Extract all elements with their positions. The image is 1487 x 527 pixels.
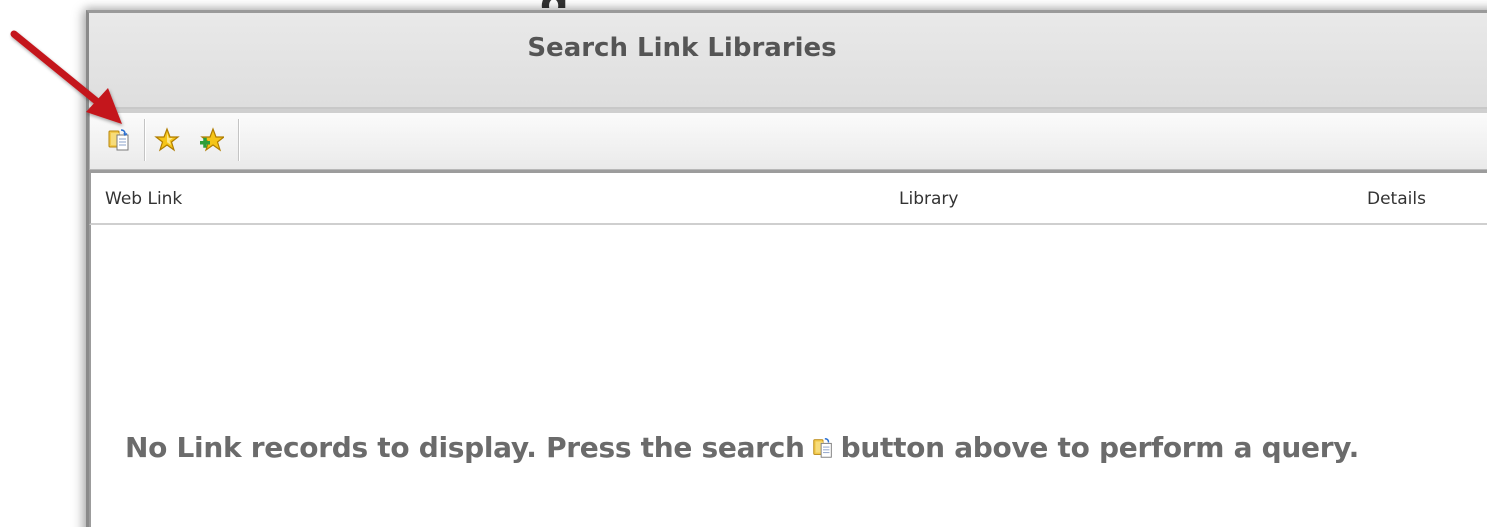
empty-state-text-after: button above to perform a query. [840, 431, 1360, 464]
window-titlebar: Search Link Libraries [89, 13, 1487, 109]
favorite-button[interactable] [150, 123, 184, 157]
red-arrow-annotation [10, 30, 122, 124]
empty-state-message: No Link records to display. Press the se… [125, 431, 1359, 464]
column-header-row: Web Link Library Details [89, 173, 1487, 225]
window-title: Search Link Libraries [527, 33, 837, 63]
star-icon [154, 127, 180, 152]
column-header-details[interactable]: Details [1367, 189, 1426, 209]
empty-state-text-before: No Link records to display. Press the se… [125, 431, 805, 464]
toolbar [89, 113, 1487, 170]
screenshot-stage: g Search Link Libraries [0, 0, 1487, 527]
cropped-heading-fragment: g [540, 0, 569, 8]
toolbar-separator [144, 119, 146, 161]
results-list: No Link records to display. Press the se… [89, 225, 1487, 527]
column-header-library[interactable]: Library [899, 189, 958, 209]
search-records-icon [811, 436, 835, 460]
search-link-libraries-window: Search Link Libraries Web Link Library D… [86, 10, 1487, 527]
window-title-wrap: Search Link Libraries [89, 33, 1487, 63]
column-header-web-link[interactable]: Web Link [105, 189, 182, 209]
add-favorite-button[interactable] [194, 123, 228, 157]
toolbar-separator [238, 119, 240, 161]
star-add-icon [200, 127, 224, 152]
